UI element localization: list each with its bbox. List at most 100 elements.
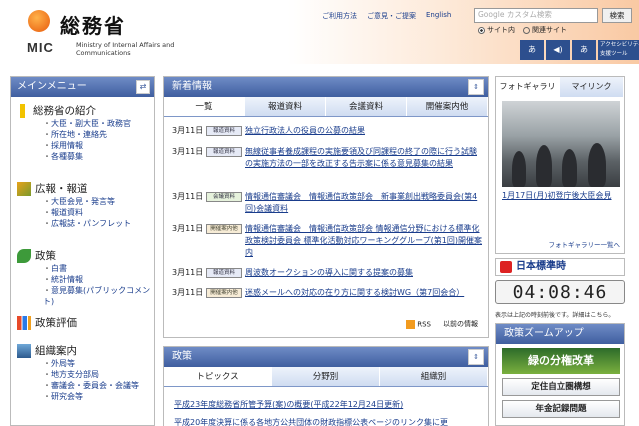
menu-section-title[interactable]: 総務省の紹介 xyxy=(17,103,131,118)
gallery-photo[interactable] xyxy=(502,101,620,187)
news-link[interactable]: 周波数オークションの導入に関する提案の募集 xyxy=(245,267,413,279)
menu-item[interactable]: 大臣・副大臣・政務官 xyxy=(17,118,131,129)
menu-item[interactable]: 研究会等 xyxy=(17,391,139,402)
menu-item[interactable]: 大臣会見・発言等 xyxy=(17,196,131,207)
news-date: 3月11日 xyxy=(172,126,204,135)
news-link[interactable]: 迷惑メールへの対応の在り方に関する検討WG（第7回会合） xyxy=(245,287,464,299)
news-badge: 報道資料 xyxy=(206,268,242,278)
news-expand-icon[interactable]: ⇕ xyxy=(468,79,484,95)
menu-item[interactable]: 地方支分部局 xyxy=(17,369,139,380)
exclamation-icon xyxy=(20,103,25,118)
zoom-button-settlement[interactable]: 定住自立圏構想 xyxy=(502,378,620,396)
menu-section-title[interactable]: 広報・報道 xyxy=(17,181,131,196)
menu-section-title[interactable]: 政策 xyxy=(17,248,154,263)
feedback-link[interactable]: ご意見・ご提案 xyxy=(367,11,416,21)
news-date: 3月11日 xyxy=(172,224,204,233)
policy-expand-icon[interactable]: ⇕ xyxy=(468,349,484,365)
menu-item[interactable]: 広報誌・パンフレット xyxy=(17,218,131,229)
logo-title[interactable]: 総務省 xyxy=(60,10,126,39)
menu-section-organization: 組織案内 外局等 地方支分部局 審議会・委員会・会議等 研究会等 xyxy=(17,343,139,402)
photo-tabs: フォトギャラリー マイリンク xyxy=(496,77,624,111)
zoom-title: 政策ズームアップ xyxy=(504,328,584,339)
menu-item[interactable]: 白書 xyxy=(17,263,154,274)
text-size-icon[interactable]: あ xyxy=(572,40,596,60)
menu-section-title[interactable]: 政策評価 xyxy=(17,315,77,330)
megaphone-icon xyxy=(17,181,31,196)
radio-empty-icon xyxy=(523,26,530,34)
policy-title: 政策 xyxy=(172,351,192,362)
scope-site-radio[interactable]: サイト内 xyxy=(478,25,515,35)
english-link[interactable]: English xyxy=(426,11,451,21)
radio-selected-icon xyxy=(478,26,485,34)
policy-header: 政策 ⇕ xyxy=(164,347,488,367)
accessibility-tools: あ ◀) あ アクセシビリティ 閲覧支援ツール xyxy=(520,40,639,60)
tab-photo-gallery[interactable]: フォトギャラリー xyxy=(496,77,560,111)
menu-item[interactable]: 所在地・連絡先 xyxy=(17,129,131,140)
zoom-button-pension[interactable]: 年金記録問題 xyxy=(502,400,620,418)
ruby-icon[interactable]: あ xyxy=(520,40,544,60)
logo-emblem-icon[interactable] xyxy=(28,10,50,32)
news-footer: RSS 以前の情報 xyxy=(406,319,478,329)
menu-section-title[interactable]: 組織案内 xyxy=(17,343,139,358)
menu-item[interactable]: 外局等 xyxy=(17,358,139,369)
tab-by-field[interactable]: 分野別 xyxy=(272,367,380,386)
main-menu: メインメニュー ⇄ 総務省の紹介 大臣・副大臣・政務官 所在地・連絡先 採用情報… xyxy=(10,76,155,426)
top-nav: ご利用方法 ご意見・ご提案 English xyxy=(322,11,451,21)
tab-topics[interactable]: トピックス xyxy=(164,367,272,386)
menu-item[interactable]: 採用情報 xyxy=(17,140,131,151)
menu-section-policy: 政策 白書 統計情報 意見募集(パブリックコメント) xyxy=(17,248,154,307)
news-badge: 会議資料 xyxy=(206,192,242,202)
news-link[interactable]: 情報通信審議会 情報通信政策部会 情報通信分野における標準化政策検討委員会 標準… xyxy=(245,223,484,259)
search-input[interactable]: Google カスタム検索 xyxy=(474,8,598,23)
search-button[interactable]: 検索 xyxy=(602,8,632,23)
search-scope: サイト内 関連サイト xyxy=(478,25,567,35)
news-badge: 開催案内他 xyxy=(206,224,242,234)
news-link[interactable]: 情報通信審議会 情報通信政策部会 新事業創出戦略委員会(第4回)会議資料 xyxy=(245,191,484,215)
clock-time: 04:08:46 xyxy=(495,280,625,304)
accessibility-tool-button[interactable]: アクセシビリティ 閲覧支援ツール xyxy=(598,40,639,60)
menu-item[interactable]: 審議会・委員会・会議等 xyxy=(17,380,139,391)
zoom-banner[interactable]: 緑の分権改革 xyxy=(502,348,620,374)
voice-icon[interactable]: ◀) xyxy=(546,40,570,60)
news-link[interactable]: 無線従事者養成課程の実施要領及び同課程の終了の際に行う試験の実施方法の一部を改正… xyxy=(245,146,484,170)
tab-press[interactable]: 報道資料 xyxy=(245,97,326,116)
news-badge: 開催案内他 xyxy=(206,288,242,298)
tab-meeting[interactable]: 会議資料 xyxy=(326,97,407,116)
photo-caption[interactable]: 1月17日(月)初登庁後大臣会見 xyxy=(502,190,620,201)
menu-item[interactable]: 報道資料 xyxy=(17,207,131,218)
older-news-link[interactable]: 以前の情報 xyxy=(443,319,478,329)
clock-note[interactable]: 表示は上記の時刻前後です。詳細はこちら。 xyxy=(495,310,635,319)
zoom-header: 政策ズームアップ xyxy=(496,324,624,344)
news-item: 3月11日 開催案内他 情報通信審議会 情報通信政策部会 情報通信分野における標… xyxy=(172,223,484,259)
logo-mic[interactable]: MIC xyxy=(27,40,54,55)
scope-related-radio[interactable]: 関連サイト xyxy=(523,25,567,35)
rss-link[interactable]: RSS xyxy=(406,319,431,329)
tab-my-links[interactable]: マイリンク xyxy=(560,77,624,97)
photo-gallery-list-link[interactable]: フォトギャラリー一覧へ xyxy=(549,239,621,249)
main-menu-header: メインメニュー ⇄ xyxy=(11,77,154,97)
policy-panel: 政策 ⇕ トピックス 分野別 組織別 平成23年度総務省所管予算(案)の概要(平… xyxy=(163,346,489,426)
menu-item[interactable]: 統計情報 xyxy=(17,274,154,285)
menu-item[interactable]: 各種募集 xyxy=(17,151,131,162)
main-menu-title: メインメニュー xyxy=(17,81,87,92)
tab-events[interactable]: 開催案内他 xyxy=(407,97,488,116)
photo-figure xyxy=(512,151,526,187)
news-item: 3月11日 開催案内他 迷惑メールへの対応の在り方に関する検討WG（第7回会合） xyxy=(172,287,484,299)
news-title: 新着情報 xyxy=(172,81,212,92)
usage-link[interactable]: ご利用方法 xyxy=(322,11,357,21)
menu-section-pr: 広報・報道 大臣会見・発言等 報道資料 広報誌・パンフレット xyxy=(17,181,131,229)
news-panel: 新着情報 ⇕ 一覧 報道資料 会議資料 開催案内他 3月11日 報道資料 独立行… xyxy=(163,76,489,338)
photo-gallery-panel: フォトギャラリー マイリンク 1月17日(月)初登庁後大臣会見 フォトギャラリー… xyxy=(495,76,625,254)
news-link[interactable]: 独立行政法人の役員の公募の結果 xyxy=(245,125,365,137)
tab-all[interactable]: 一覧 xyxy=(164,97,245,116)
policy-link[interactable]: 平成23年度総務省所管予算(案)の概要(平成22年12月24日更新) xyxy=(174,399,403,410)
jst-clock: 日本標準時 04:08:46 xyxy=(495,258,625,308)
news-item: 3月11日 報道資料 無線従事者養成課程の実施要領及び同課程の終了の際に行う試験… xyxy=(172,146,484,170)
menu-item[interactable]: 意見募集(パブリックコメント) xyxy=(17,285,154,307)
clock-title[interactable]: 日本標準時 xyxy=(495,258,625,276)
news-header: 新着情報 ⇕ xyxy=(164,77,488,97)
tab-by-org[interactable]: 組織別 xyxy=(380,367,488,386)
policy-link[interactable]: 平成20年度決算に係る各地方公共団体の財政指標公表ページのリンク集に更 xyxy=(174,417,448,426)
photo-figure xyxy=(588,143,606,187)
menu-toggle-icon[interactable]: ⇄ xyxy=(136,80,150,94)
